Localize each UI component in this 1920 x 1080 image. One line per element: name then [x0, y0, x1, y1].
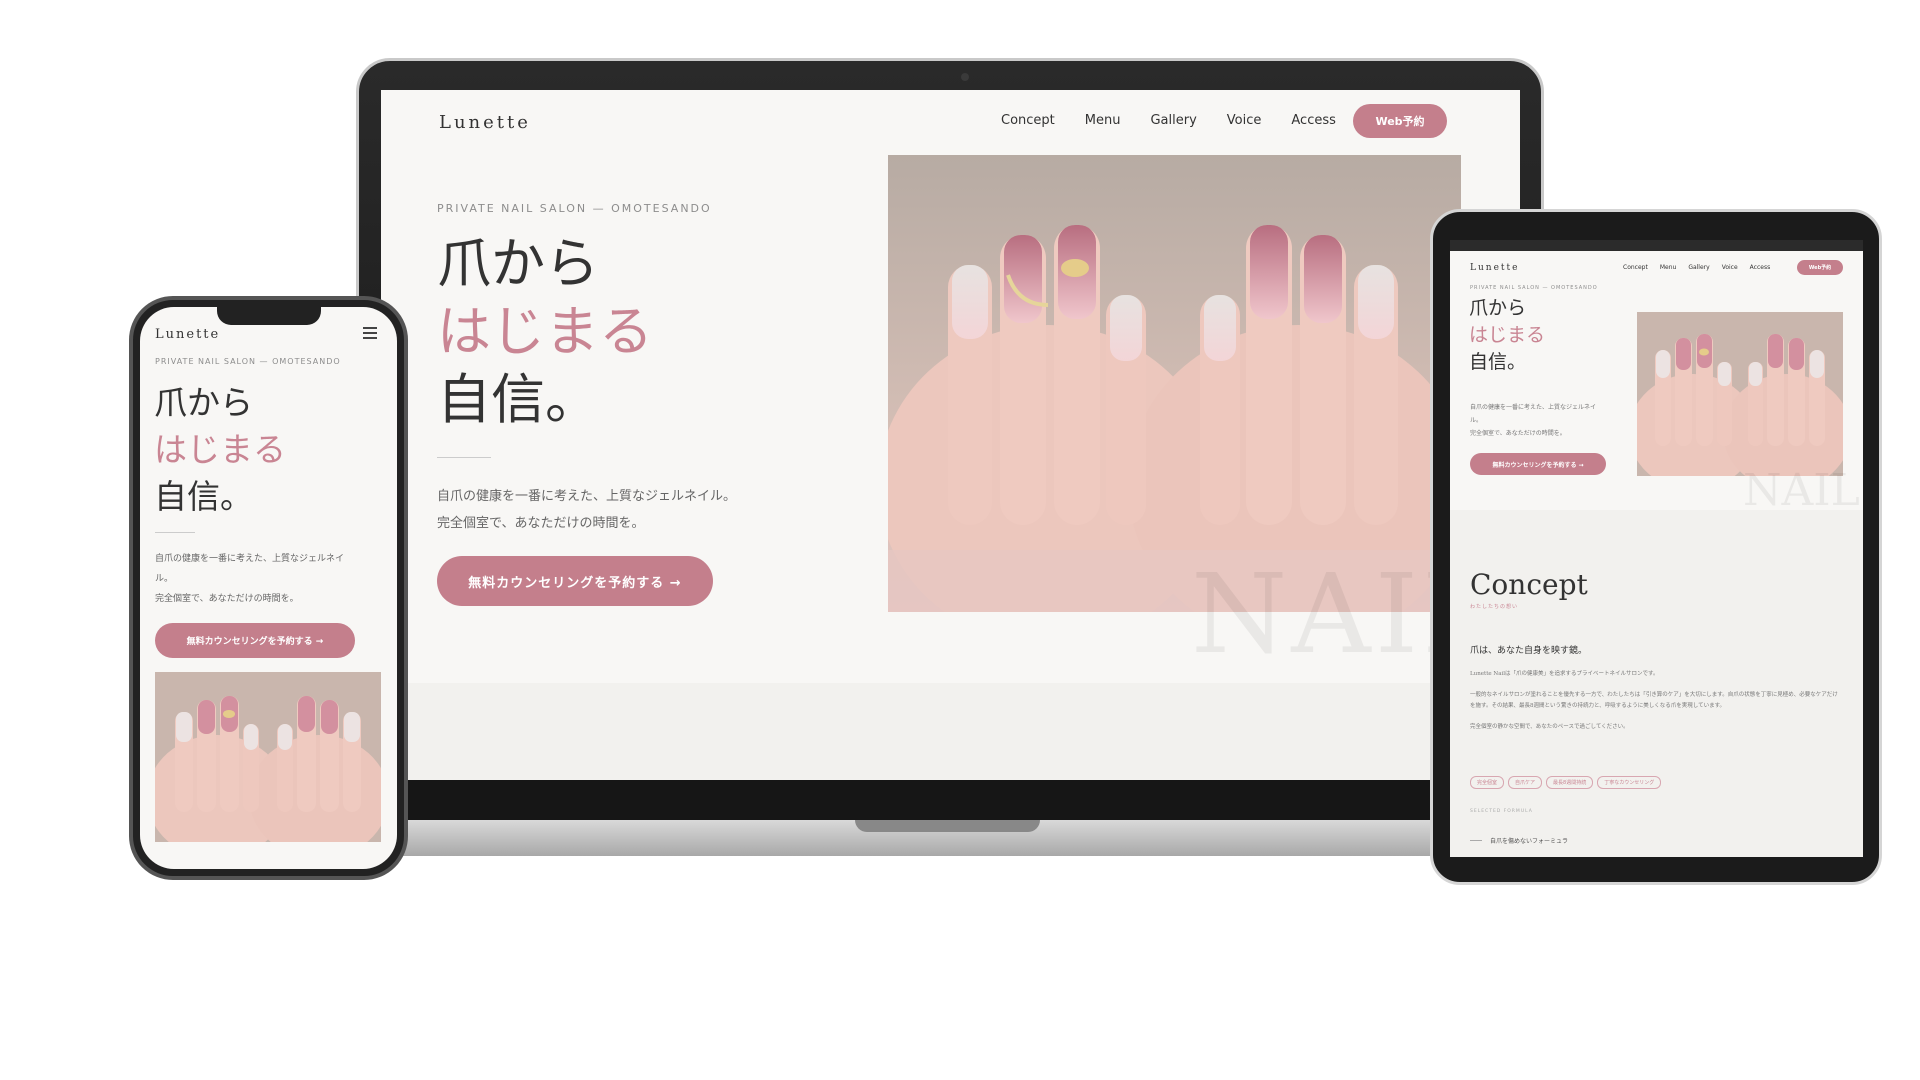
nav-concept[interactable]: Concept: [1001, 113, 1055, 128]
divider: [1470, 840, 1482, 841]
eyebrow-text: PRIVATE NAIL SALON — OMOTESANDO: [1470, 285, 1598, 291]
hero-nail-photo: [888, 155, 1461, 612]
web-reserve-button[interactable]: Web予約: [1797, 260, 1843, 275]
divider: [155, 532, 195, 533]
concept-body: Lunette Nailは「爪の健康美」を追求するプライベートネイルサロンです。…: [1470, 669, 1842, 743]
headline-line-3: 自信。: [437, 368, 599, 431]
counseling-cta-button[interactable]: 無料カウンセリングを予約する →: [437, 556, 713, 606]
hero-headline: 爪から はじまる 自信。: [154, 379, 286, 520]
headline-line-3: 自信。: [1469, 351, 1527, 373]
nav-gallery[interactable]: Gallery: [1150, 113, 1196, 128]
tablet-screen: Lunette Concept Menu Gallery Voice Acces…: [1450, 251, 1863, 857]
desc-line-1: 自爪の健康を一番に考えた、上質なジェルネイ: [1470, 404, 1597, 411]
desc-line-1b: ル。: [155, 574, 174, 584]
feature-tag: 自爪ケア: [1508, 776, 1543, 789]
concept-lead: 爪は、あなた自身を映す鏡。: [1470, 646, 1588, 656]
concept-paragraph: 完全個室の静かな空間で、あなたのペースで過ごしてください。: [1470, 724, 1629, 730]
divider: [437, 457, 491, 458]
nav-voice[interactable]: Voice: [1722, 264, 1738, 271]
laptop-chin: [381, 780, 1520, 820]
camera-icon: [961, 73, 969, 81]
headline-line-1: 爪から: [1469, 297, 1527, 319]
nav-concept[interactable]: Concept: [1623, 264, 1648, 271]
nav-voice[interactable]: Voice: [1227, 113, 1262, 128]
nav-menu[interactable]: Menu: [1085, 113, 1121, 128]
web-reserve-button[interactable]: Web予約: [1353, 104, 1447, 138]
eyebrow-text: PRIVATE NAIL SALON — OMOTESANDO: [437, 202, 712, 215]
laptop-screen: Lunette Concept Menu Gallery Voice Acces…: [381, 90, 1520, 780]
main-nav: Concept Menu Gallery Voice Access: [1001, 113, 1336, 128]
site-logo[interactable]: Lunette: [155, 327, 220, 342]
nav-menu[interactable]: Menu: [1660, 264, 1676, 271]
hero-nail-photo: [155, 672, 381, 842]
desc-line-2: 完全個室で、あなただけの時間を。: [1470, 430, 1566, 437]
hamburger-menu-icon[interactable]: [363, 327, 377, 339]
desc-line-2: 完全個室で、あなただけの時間を。: [437, 516, 645, 531]
nav-gallery[interactable]: Gallery: [1688, 264, 1709, 271]
site-logo[interactable]: Lunette: [439, 112, 531, 133]
counseling-cta-button[interactable]: 無料カウンセリングを予約する →: [1470, 453, 1606, 475]
hero-nail-photo: [1637, 312, 1843, 476]
nav-access[interactable]: Access: [1750, 264, 1771, 271]
feature-tag: 丁寧なカウンセリング: [1597, 776, 1662, 789]
main-nav: Concept Menu Gallery Voice Access: [1623, 264, 1770, 271]
phone-notch: [217, 303, 321, 325]
concept-subtitle: わたしたちの想い: [1470, 604, 1519, 610]
feature-tag: 完全個室: [1470, 776, 1505, 789]
headline-line-2: はじまる: [437, 300, 653, 363]
hero-description: 自爪の健康を一番に考えた、上質なジェルネイ ル。 完全個室で、あなただけの時間を…: [1470, 401, 1610, 440]
desc-line-1: 自爪の健康を一番に考えた、上質なジェルネイ: [155, 554, 345, 564]
desc-line-1: 自爪の健康を一番に考えた、上質なジェルネイル。: [437, 489, 737, 504]
concept-paragraph: Lunette Nailは「爪の健康美」を追求するプライベートネイルサロンです。: [1470, 671, 1659, 677]
hero-headline: 爪から はじまる 自信。: [437, 230, 653, 434]
concept-paragraph: 一般的なネイルサロンが塗れることを優先する一方で、わたしたちは「引き算のケア」を…: [1470, 692, 1838, 709]
hero-description: 自爪の健康を一番に考えた、上質なジェルネイル。 完全個室で、あなただけの時間を。: [437, 483, 736, 537]
next-section: [381, 683, 1520, 780]
desc-line-1b: ル。: [1470, 417, 1483, 424]
formula-item: 自爪を傷めないフォーミュラ: [1490, 838, 1569, 845]
nav-access[interactable]: Access: [1291, 113, 1336, 128]
hero-headline: 爪から はじまる 自信。: [1469, 295, 1545, 376]
section-label: SELECTED FORMULA: [1470, 809, 1533, 814]
nail-watermark: NAIL: [1743, 465, 1860, 516]
headline-line-3: 自信。: [154, 477, 253, 516]
eyebrow-text: PRIVATE NAIL SALON — OMOTESANDO: [155, 357, 341, 366]
feature-tag: 最長8週間持続: [1546, 776, 1594, 789]
headline-line-2: はじまる: [1469, 324, 1546, 346]
headline-line-1: 爪から: [154, 383, 253, 422]
laptop-notch: [855, 820, 1040, 832]
headline-line-2: はじまる: [154, 430, 286, 469]
desc-line-2: 完全個室で、あなただけの時間を。: [155, 594, 299, 604]
counseling-cta-button[interactable]: 無料カウンセリングを予約する →: [155, 623, 355, 658]
headline-line-1: 爪から: [437, 232, 599, 295]
site-logo[interactable]: Lunette: [1470, 263, 1519, 273]
hero-description: 自爪の健康を一番に考えた、上質なジェルネイ ル。 完全個室で、あなただけの時間を…: [155, 549, 387, 609]
feature-tags: 完全個室 自爪ケア 最長8週間持続 丁寧なカウンセリング: [1470, 776, 1662, 789]
tablet-status-bar: [1450, 240, 1863, 251]
phone-screen: Lunette PRIVATE NAIL SALON — OMOTESANDO …: [140, 307, 397, 869]
concept-title: Concept: [1470, 568, 1588, 601]
